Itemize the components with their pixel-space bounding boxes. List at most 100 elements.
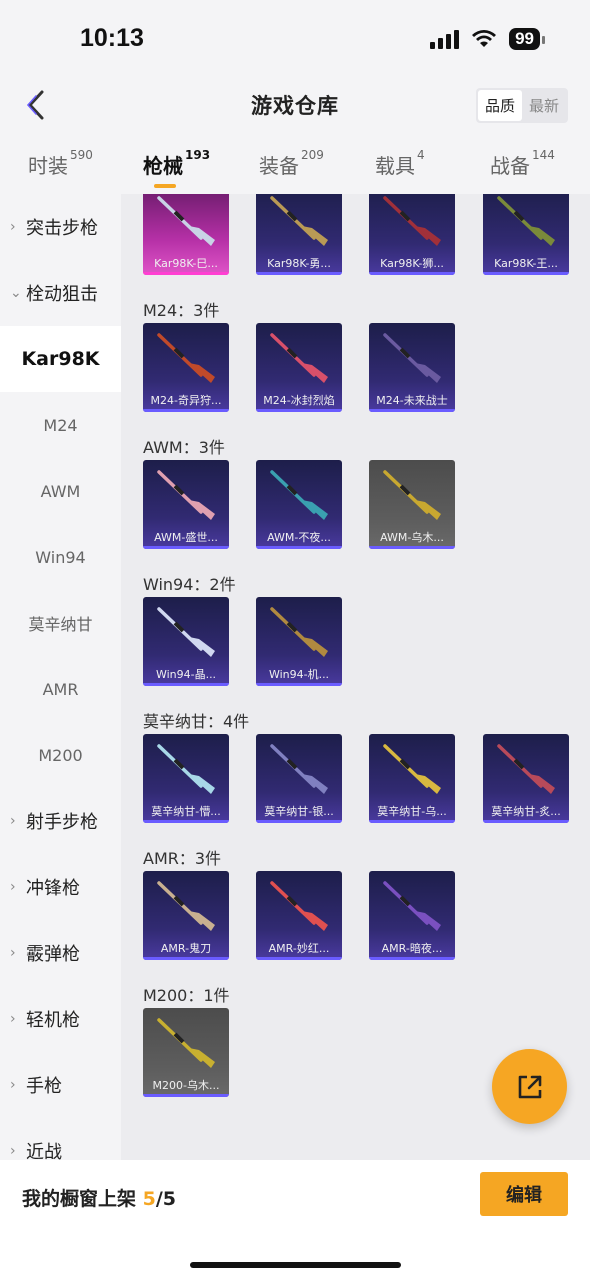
home-indicator [190,1262,401,1268]
rarity-bar [369,546,455,549]
weapon-card[interactable]: 莫辛纳甘-银... [256,734,342,823]
sidebar-item-label: 栓动狙击 [26,284,98,305]
rarity-bar [369,957,455,960]
weapon-card[interactable]: M24-冰封烈焰 [256,323,342,412]
weapon-card-label: M24-冰封烈焰 [263,394,335,407]
rifle-icon [383,196,441,246]
sidebar-item-label: 突击步枪 [26,218,98,239]
share-icon [518,1075,541,1098]
sidebar-item[interactable]: › 轻机枪 [0,986,121,1052]
rifle-icon [383,333,441,383]
tab-supplies[interactable]: 战备 144 [490,148,555,179]
rifle-icon [157,333,215,383]
weapon-card[interactable]: AMR-鬼刀 [143,871,229,960]
rarity-bar [256,409,342,412]
sidebar-item[interactable]: Kar98K [0,326,121,392]
showcase-status: 我的橱窗上架 5/5 [22,1188,177,1210]
rarity-bar [143,409,229,412]
tab-weapons[interactable]: 枪械 193 [143,148,210,179]
rarity-bar [369,820,455,823]
group-title: AWM：3件 [143,438,225,457]
weapon-card-label: 莫辛纳甘-乌... [377,805,447,818]
sidebar-item-label: AWM [40,481,81,501]
signal-icon [430,29,460,49]
sidebar-item[interactable]: › 近战 [0,1118,121,1160]
bottom-bar: 我的橱窗上架 5/5 编辑 [0,1160,590,1280]
weapon-card[interactable]: AWM-盛世... [143,460,229,549]
sort-newest-button[interactable]: 最新 [522,90,566,121]
sidebar-item[interactable]: AMR [0,656,121,722]
weapon-card[interactable]: 莫辛纳甘-懵... [143,734,229,823]
category-tabs: 时装 590 枪械 193 装备 209 载具 4 战备 144 [0,140,590,192]
weapon-card[interactable]: AWM-乌木... [369,460,455,549]
rarity-bar [143,1094,229,1097]
weapon-card[interactable]: AMR-妙红... [256,871,342,960]
sidebar-item[interactable]: › 冲锋枪 [0,854,121,920]
rifle-icon [383,881,441,931]
weapon-card[interactable]: Kar98K-勇... [256,194,342,275]
sidebar-item-label: M24 [43,415,78,435]
rarity-bar [256,820,342,823]
weapon-card[interactable]: Kar98K-王... [483,194,569,275]
sidebar-item[interactable]: Win94 [0,524,121,590]
sidebar-item[interactable]: › 手枪 [0,1052,121,1118]
weapon-card[interactable]: Kar98K-巳... [143,194,229,275]
sidebar-item-label: Kar98K [21,348,100,370]
status-time: 10:13 [80,24,144,52]
wifi-icon [471,29,497,49]
sidebar-item[interactable]: › 霰弹枪 [0,920,121,986]
group-title: M200：1件 [143,986,230,1005]
tab-vehicles[interactable]: 载具 4 [375,148,425,179]
sidebar-item-label: M200 [38,745,83,765]
rarity-bar [143,546,229,549]
sidebar-item-label: 莫辛纳甘 [28,615,93,634]
chevron-right-icon: › [10,945,16,961]
weapon-card[interactable]: Kar98K-狮... [369,194,455,275]
edit-button[interactable]: 编辑 [480,1172,568,1216]
sidebar-item[interactable]: › 突击步枪 [0,194,121,260]
sidebar-item-label: 手枪 [26,1076,62,1097]
rifle-icon [383,744,441,794]
rarity-bar [256,546,342,549]
weapon-card[interactable]: M24-奇异狩... [143,323,229,412]
weapon-card-label: Kar98K-勇... [267,257,331,270]
weapon-card[interactable]: M200-乌木... [143,1008,229,1097]
sidebar-item[interactable]: 莫辛纳甘 [0,590,121,656]
sidebar-item[interactable]: › 射手步枪 [0,788,121,854]
sort-toggle: 品质 最新 [475,88,568,123]
rifle-icon [497,196,555,246]
rarity-bar [256,683,342,686]
weapon-card[interactable]: Win94-晶... [143,597,229,686]
group-title: Win94：2件 [143,575,236,594]
tab-equipment[interactable]: 装备 209 [259,148,324,179]
sidebar-item[interactable]: M24 [0,392,121,458]
sidebar-item-label: 霰弹枪 [26,944,80,965]
rifle-icon [383,470,441,520]
share-button[interactable] [492,1049,567,1124]
weapon-card[interactable]: Win94-机... [256,597,342,686]
rarity-bar [143,820,229,823]
weapon-card-label: 莫辛纳甘-懵... [151,805,221,818]
rifle-icon [497,744,555,794]
sidebar-item[interactable]: ⌄ 栓动狙击 [0,260,121,326]
weapon-card-label: 莫辛纳甘-炙... [491,805,561,818]
tab-fashion[interactable]: 时装 590 [28,148,93,179]
rarity-bar [143,957,229,960]
weapon-card[interactable]: M24-未来战士 [369,323,455,412]
weapon-card[interactable]: 莫辛纳甘-乌... [369,734,455,823]
weapon-card[interactable]: AWM-不夜... [256,460,342,549]
weapon-card[interactable]: AMR-暗夜... [369,871,455,960]
weapon-card-label: AWM-盛世... [154,531,218,544]
rarity-bar [483,820,569,823]
weapon-card-label: 莫辛纳甘-银... [264,805,334,818]
chevron-right-icon: › [10,1077,16,1093]
sidebar-item-label: 轻机枪 [26,1010,80,1031]
rarity-bar [483,272,569,275]
sidebar-item[interactable]: AWM [0,458,121,524]
sidebar-item[interactable]: M200 [0,722,121,788]
weapon-card-label: Win94-机... [268,668,330,681]
sidebar: › 突击步枪 ⌄ 栓动狙击 Kar98K M24 AWM Win94 莫辛纳甘 AMR M200 › 射… [0,194,121,1160]
sidebar-item-label: 射手步枪 [26,812,98,833]
weapon-card[interactable]: 莫辛纳甘-炙... [483,734,569,823]
sort-quality-button[interactable]: 品质 [477,90,522,121]
